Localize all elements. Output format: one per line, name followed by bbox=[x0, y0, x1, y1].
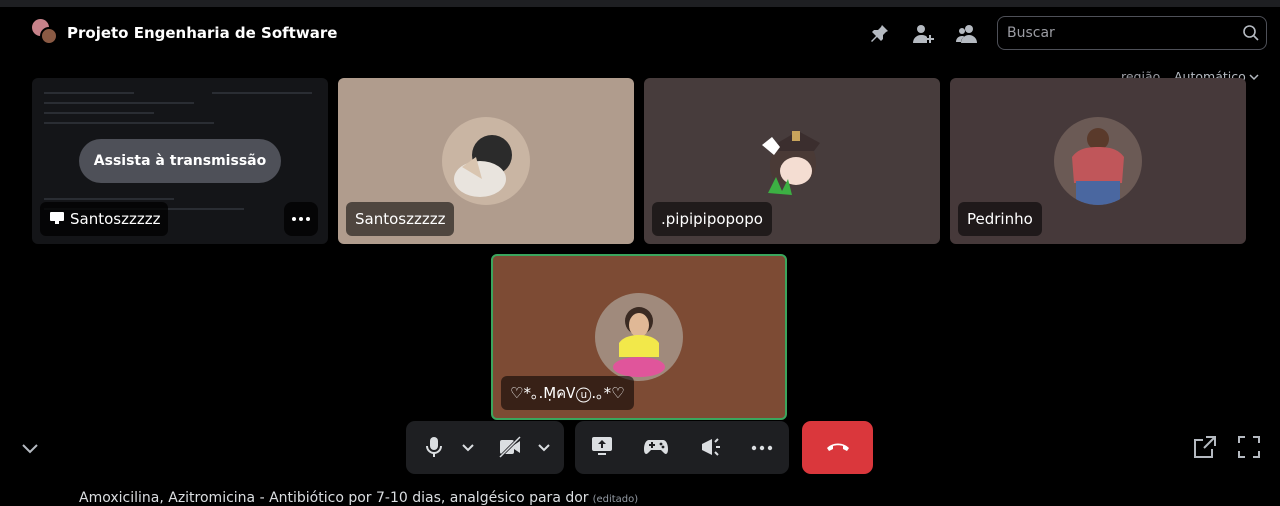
participant-name: ♡*｡.ṂคᏙⓤ.｡*♡ bbox=[501, 376, 634, 410]
stream-tile[interactable]: Assista à transmissão Santoszzzzz bbox=[32, 78, 328, 244]
participant-tile[interactable]: .pipipipopopo bbox=[644, 78, 940, 244]
pin-icon[interactable] bbox=[867, 22, 891, 46]
activities-icon[interactable] bbox=[641, 421, 671, 474]
activity-controls bbox=[575, 421, 789, 474]
voice-controls bbox=[406, 421, 564, 474]
hangup-icon[interactable] bbox=[802, 421, 873, 474]
participant-name: .pipipipopopo bbox=[652, 202, 772, 236]
top-strip bbox=[0, 0, 1280, 7]
more-icon[interactable] bbox=[284, 202, 318, 236]
server-avatar[interactable] bbox=[32, 19, 58, 45]
participant-tile-speaking[interactable]: ♡*｡.ṂคᏙⓤ.｡*♡ bbox=[491, 254, 787, 420]
chevron-down-icon[interactable] bbox=[458, 421, 478, 474]
chat-message: Amoxicilina, Azitromicina - Antibiótico … bbox=[79, 490, 638, 506]
watch-stream-button[interactable]: Assista à transmissão bbox=[79, 139, 281, 183]
user-avatar bbox=[442, 117, 530, 205]
channel-title: Projeto Engenharia de Software bbox=[67, 24, 338, 42]
fullscreen-icon[interactable] bbox=[1236, 434, 1262, 460]
stream-owner-name: Santoszzzzz bbox=[70, 210, 161, 228]
user-avatar bbox=[748, 117, 836, 205]
user-avatar bbox=[1054, 117, 1142, 205]
participant-tile[interactable]: Pedrinho bbox=[950, 78, 1246, 244]
user-avatar bbox=[595, 293, 683, 381]
search-box[interactable] bbox=[997, 16, 1267, 50]
participant-name: Santoszzzzz bbox=[346, 202, 455, 236]
chevron-down-icon[interactable] bbox=[18, 437, 42, 461]
pop-out-icon[interactable] bbox=[1192, 434, 1218, 460]
chevron-down-icon[interactable] bbox=[534, 421, 554, 474]
chat-message-text: Amoxicilina, Azitromicina - Antibiótico … bbox=[79, 490, 589, 506]
screen-icon bbox=[49, 203, 65, 237]
stream-nameplate: Santoszzzzz bbox=[40, 202, 169, 237]
header: Projeto Engenharia de Software bbox=[0, 7, 1280, 59]
participant-tile[interactable]: Santoszzzzz bbox=[338, 78, 634, 244]
participant-name: Pedrinho bbox=[958, 202, 1042, 236]
screen-share-icon[interactable] bbox=[587, 421, 617, 474]
add-member-icon[interactable] bbox=[911, 22, 935, 46]
search-icon[interactable] bbox=[1242, 24, 1260, 42]
more-icon[interactable] bbox=[747, 421, 777, 474]
microphone-icon[interactable] bbox=[420, 421, 448, 474]
search-input[interactable] bbox=[1007, 17, 1227, 49]
camera-off-icon[interactable] bbox=[496, 421, 526, 474]
soundboard-icon[interactable] bbox=[695, 421, 725, 474]
member-list-icon[interactable] bbox=[955, 22, 979, 46]
chevron-down-icon bbox=[1249, 70, 1259, 85]
